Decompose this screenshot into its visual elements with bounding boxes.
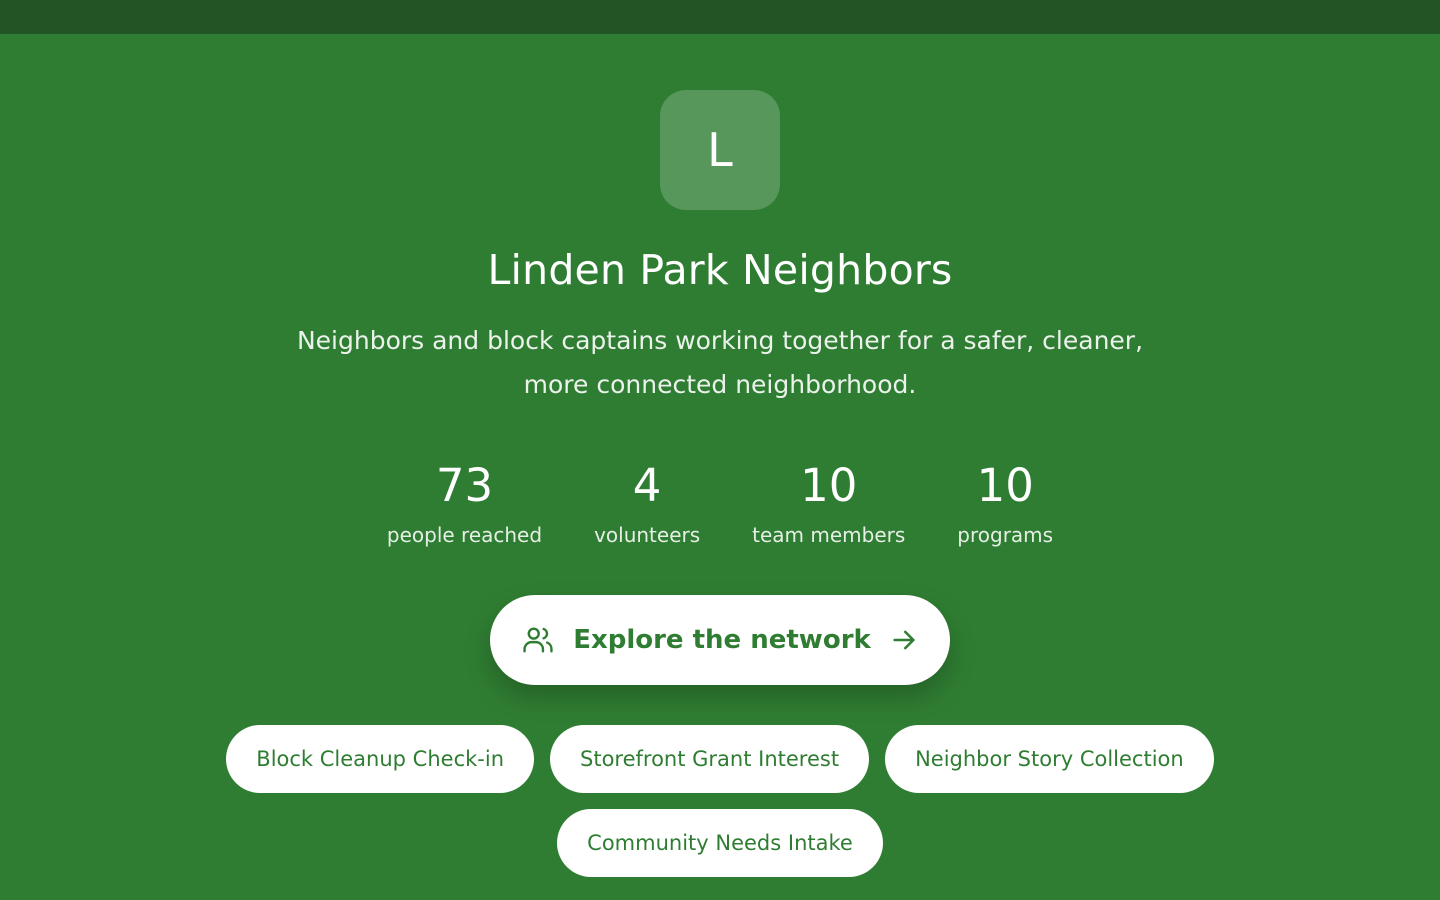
- stat-value: 73: [435, 459, 494, 513]
- stat-value: 10: [976, 459, 1034, 513]
- program-storefront-grant-interest[interactable]: Storefront Grant Interest: [550, 724, 870, 793]
- stat-people-reached: 73 people reached: [387, 461, 542, 547]
- program-block-cleanup-check-in[interactable]: Block Cleanup Check-in: [226, 724, 535, 793]
- program-list: Block Cleanup Check-in Storefront Grant …: [170, 724, 1270, 877]
- program-neighbor-story-collection[interactable]: Neighbor Story Collection: [885, 724, 1214, 793]
- org-logo: L: [660, 90, 780, 210]
- stat-label: programs: [957, 522, 1054, 547]
- stat-label: volunteers: [594, 522, 701, 547]
- program-community-needs-intake[interactable]: Community Needs Intake: [557, 808, 883, 877]
- org-profile: L Linden Park Neighbors Neighbors and bl…: [0, 90, 1440, 877]
- explore-network-label: Explore the network: [573, 624, 871, 655]
- page-title: Linden Park Neighbors: [487, 246, 953, 294]
- stats-row: 73 people reached 4 volunteers 10 team m…: [387, 461, 1053, 547]
- stat-value: 10: [800, 459, 858, 513]
- top-bar: [0, 0, 1440, 34]
- org-initial: L: [707, 123, 733, 177]
- stat-team-members: 10 team members: [752, 461, 905, 547]
- explore-network-button[interactable]: Explore the network: [490, 594, 950, 685]
- org-tagline: Neighbors and block captains working tog…: [296, 326, 1144, 400]
- stat-volunteers: 4 volunteers: [594, 461, 700, 547]
- people-icon: [521, 623, 555, 657]
- stat-label: people reached: [386, 522, 543, 547]
- arrow-right-icon: [889, 625, 919, 655]
- stat-value: 4: [632, 459, 662, 513]
- stat-programs: 10 programs: [957, 461, 1053, 547]
- stat-label: team members: [752, 522, 906, 547]
